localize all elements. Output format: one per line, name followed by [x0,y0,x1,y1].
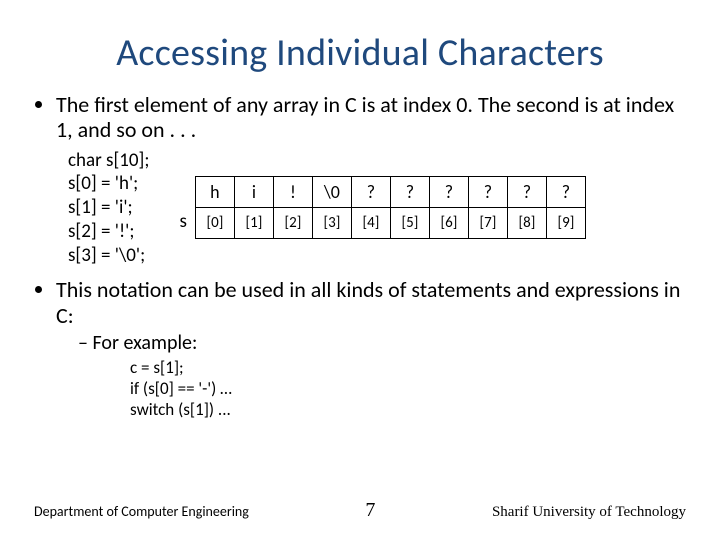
bullet-1: The first element of any array in C is a… [56,92,686,143]
array-values-row: h i ! \0 ? ? ? ? ? ? [195,177,585,208]
array-index: [3] [312,208,351,239]
array-cell: i [234,177,273,208]
code-line: switch (s[1]) ... [130,399,231,420]
bullet-2: This notation can be used in all kinds o… [56,277,686,420]
bullet-list-2: This notation can be used in all kinds o… [34,277,686,420]
code-line: s[3] = '\0'; [68,244,145,267]
array-index: [4] [351,208,390,239]
sub-bullet-list: For example: [78,332,686,355]
sub-bullet: For example: [78,332,686,355]
array-index: [7] [468,208,507,239]
slide: Accessing Individual Characters The firs… [0,0,720,540]
array-cell: h [195,177,234,208]
array-index: [0] [195,208,234,239]
array-index: [1] [234,208,273,239]
array-cell: ? [390,177,429,208]
bullet-list: The first element of any array in C is a… [34,92,686,143]
slide-footer: Department of Computer Engineering 7 Sha… [34,499,686,522]
code-and-array: char s[10]; s[0] = 'h'; s[1] = 'i'; s[2]… [68,149,686,268]
code-line: if (s[0] == '-') … [130,378,232,399]
array-cell: ? [546,177,585,208]
array-diagram: s h i ! \0 ? ? ? ? ? ? [0] [1] [2] [179,176,585,239]
array-cell: ? [429,177,468,208]
array-name-label: s [179,210,186,239]
array-index: [9] [546,208,585,239]
array-cell: ! [273,177,312,208]
footer-page-number: 7 [365,499,375,522]
array-index: [5] [390,208,429,239]
code-line: s[1] = 'i'; [68,196,133,219]
code-block-1: char s[10]; s[0] = 'h'; s[1] = 'i'; s[2]… [68,149,149,268]
code-block-2: c = s[1]; if (s[0] == '-') … switch (s[1… [130,357,686,421]
array-indices-row: [0] [1] [2] [3] [4] [5] [6] [7] [8] [9] [195,208,585,239]
array-table: h i ! \0 ? ? ? ? ? ? [0] [1] [2] [3] [4] [195,176,586,239]
code-line: s[2] = '!'; [68,220,134,243]
array-index: [6] [429,208,468,239]
footer-university: Sharif University of Technology [492,504,686,521]
array-cell: ? [507,177,546,208]
array-cell: \0 [312,177,351,208]
array-cell: ? [351,177,390,208]
footer-dept: Department of Computer Engineering [34,503,249,520]
bullet-2-text: This notation can be used in all kinds o… [56,276,680,328]
code-line: s[0] = 'h'; [68,172,138,195]
code-line: c = s[1]; [130,357,184,378]
array-cell: ? [468,177,507,208]
array-index: [2] [273,208,312,239]
slide-title: Accessing Individual Characters [34,30,686,76]
code-line: char s[10]; [68,149,149,172]
array-index: [8] [507,208,546,239]
